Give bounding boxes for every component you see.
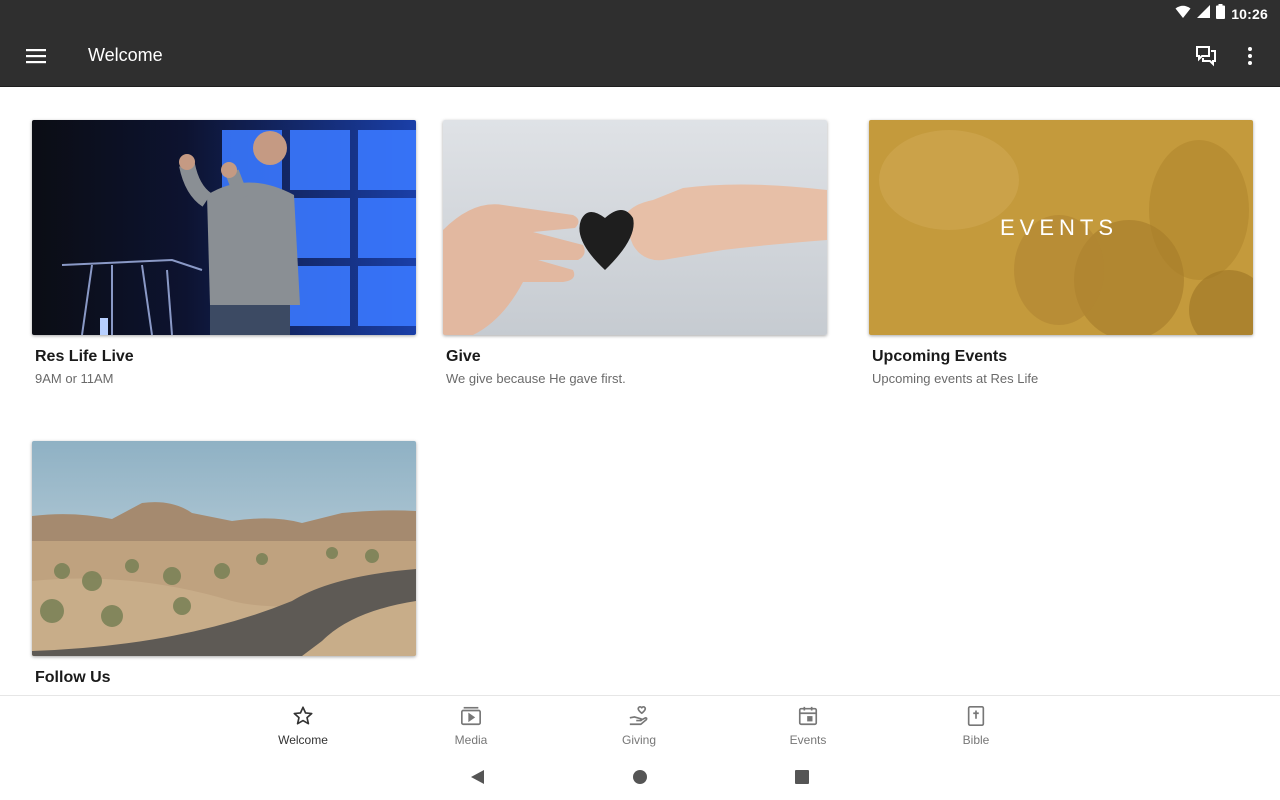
app-bar: Welcome [0, 25, 1280, 87]
tab-label: Events [789, 733, 827, 747]
tab-giving[interactable]: Giving [594, 704, 684, 747]
card-subtitle: We give because He gave first. [446, 371, 626, 386]
card-upcoming-events[interactable]: EVENTS Upcoming Events Upcoming events a… [869, 120, 1253, 386]
chat-icon[interactable] [1194, 44, 1218, 68]
battery-icon [1216, 4, 1226, 24]
calendar-icon [763, 704, 853, 728]
clock-time: 10:26 [1231, 6, 1268, 22]
more-vert-icon[interactable] [1238, 44, 1262, 68]
card-subtitle: Upcoming events at Res Life [872, 371, 1039, 386]
card-res-life-live[interactable]: Res Life Live 9AM or 11AM [32, 120, 416, 386]
tab-label: Bible [962, 733, 990, 747]
recents-icon[interactable] [792, 767, 812, 787]
tab-label: Welcome [278, 733, 328, 747]
card-title: Upcoming Events [872, 348, 1008, 365]
status-bar: 10:26 [0, 0, 1280, 25]
card-image-speaker [32, 120, 416, 335]
tab-label: Giving [621, 733, 656, 747]
content-grid: Res Life Live 9AM or 11AM Give We give b… [0, 88, 1280, 695]
bottom-navigation: Welcome Media Giving Events Bible [0, 695, 1280, 755]
tab-welcome[interactable]: Welcome [258, 704, 348, 747]
card-subtitle: 9AM or 11AM [35, 371, 114, 386]
menu-icon[interactable] [24, 44, 48, 68]
card-title: Res Life Live [35, 348, 134, 365]
page-title: Welcome [88, 45, 163, 65]
tab-events[interactable]: Events [763, 704, 853, 747]
bible-icon [931, 704, 1021, 728]
card-image-events: EVENTS [869, 120, 1253, 335]
card-image-heart [443, 120, 827, 335]
tab-label: Media [454, 733, 488, 747]
card-give[interactable]: Give We give because He gave first. [443, 120, 827, 386]
giving-icon [594, 704, 684, 728]
tab-bible[interactable]: Bible [931, 704, 1021, 747]
back-icon[interactable] [467, 767, 487, 787]
events-image-text: EVENTS [1000, 215, 1118, 240]
system-navigation [0, 755, 1280, 800]
signal-icon [1197, 5, 1211, 23]
card-follow-us[interactable]: Follow Us [32, 441, 416, 692]
card-title: Give [446, 348, 481, 365]
media-icon [426, 704, 516, 728]
wifi-icon [1175, 5, 1191, 24]
card-image-desert-road [32, 441, 416, 656]
card-title: Follow Us [35, 669, 111, 686]
star-icon [258, 704, 348, 728]
home-icon[interactable] [630, 767, 650, 787]
tab-media[interactable]: Media [426, 704, 516, 747]
